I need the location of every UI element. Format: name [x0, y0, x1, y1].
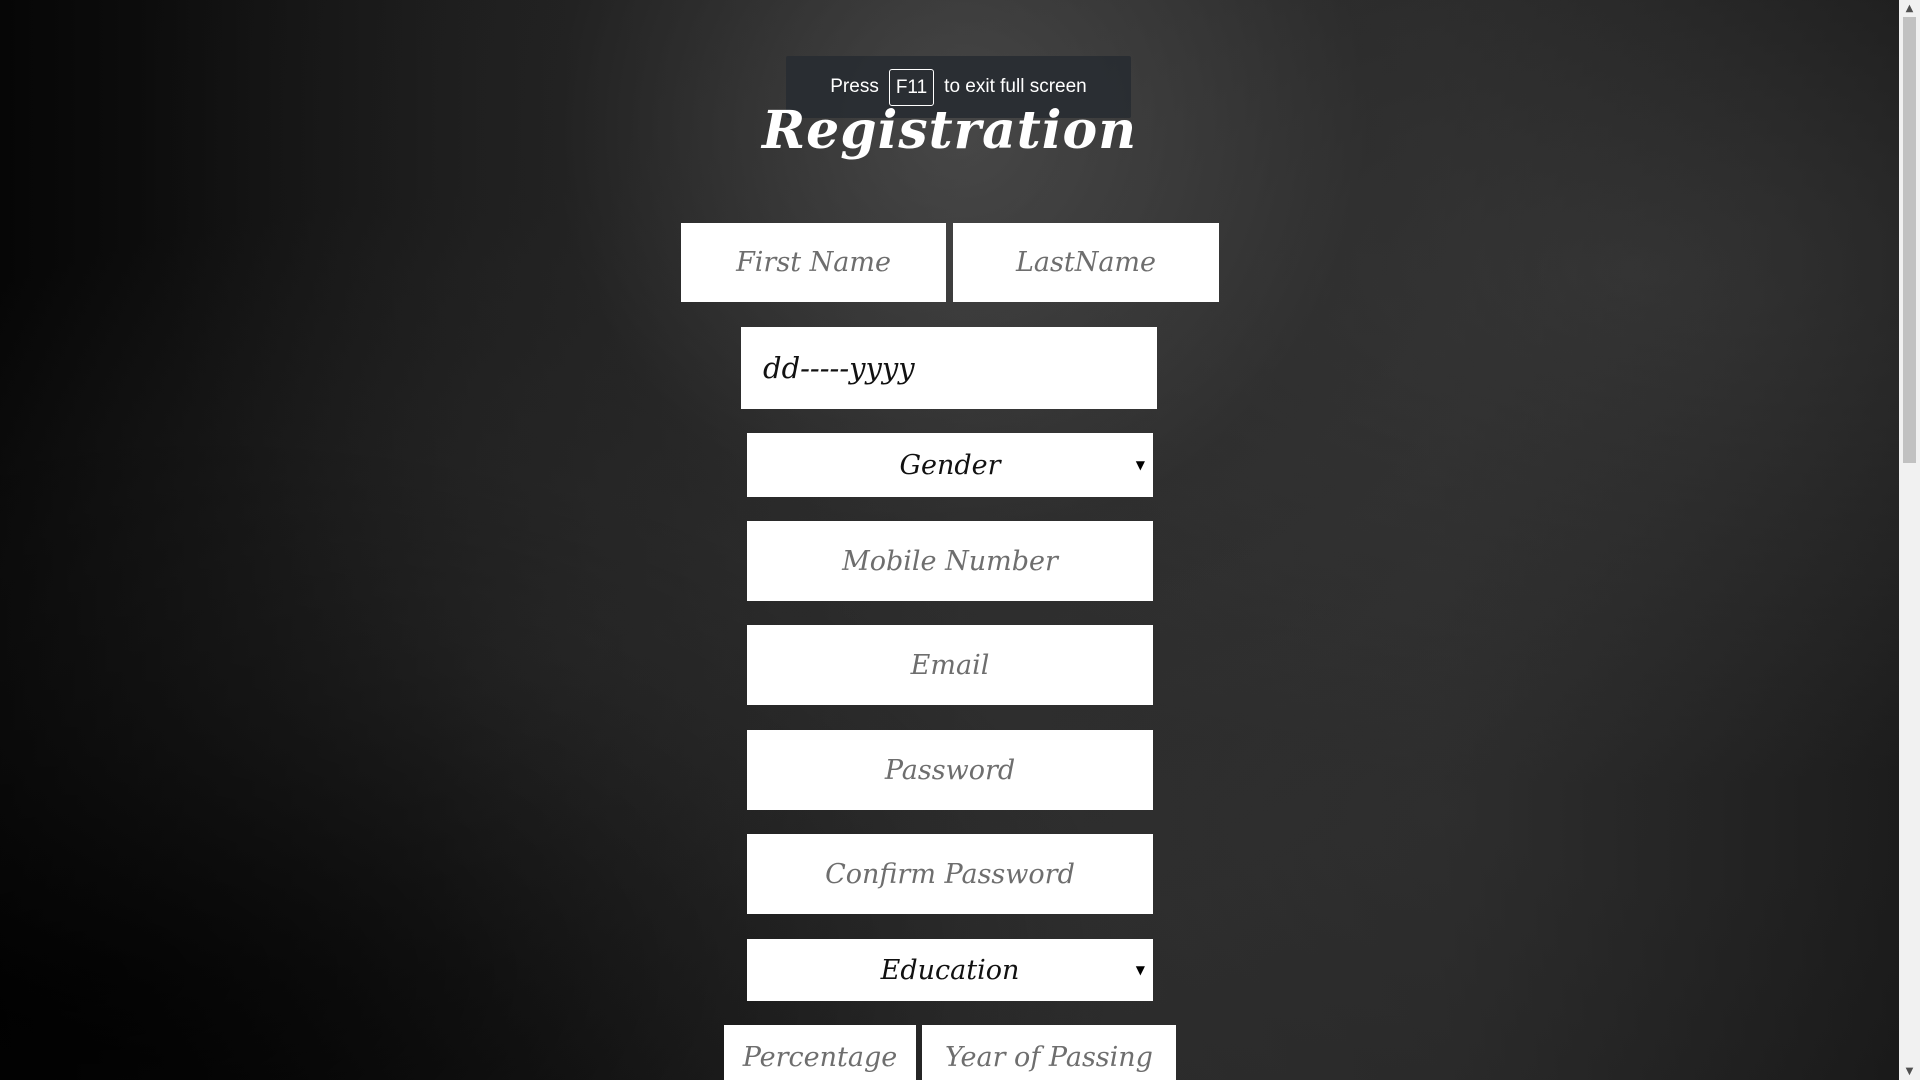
caret-down-icon: ▼ [1135, 458, 1145, 472]
education-select[interactable]: Education ▼ [747, 939, 1153, 1001]
gender-select-value: Gender [899, 449, 1001, 481]
confirm-password-input[interactable] [747, 834, 1153, 914]
email-input[interactable] [747, 625, 1153, 705]
password-input[interactable] [747, 730, 1153, 810]
percentage-input[interactable] [724, 1025, 916, 1080]
fullscreen-notice-press: Press [830, 76, 879, 97]
first-name-input[interactable] [681, 223, 946, 302]
date-of-birth-input[interactable] [741, 327, 1157, 409]
fullscreen-notice-rest: to exit full screen [944, 76, 1087, 97]
scrollbar-thumb[interactable] [1903, 17, 1916, 463]
mobile-number-input[interactable] [747, 521, 1153, 601]
scroll-down-arrow-icon[interactable]: ▼ [1899, 1063, 1920, 1080]
scroll-up-arrow-icon[interactable]: ▲ [1899, 0, 1920, 17]
last-name-input[interactable] [953, 223, 1219, 302]
education-select-value: Education [880, 954, 1020, 986]
gender-select[interactable]: Gender ▼ [747, 433, 1153, 497]
year-of-passing-input[interactable] [922, 1025, 1176, 1080]
page-title: Registration [761, 100, 1138, 161]
caret-down-icon: ▼ [1135, 963, 1145, 977]
vertical-scrollbar[interactable]: ▲ ▼ [1899, 0, 1920, 1080]
registration-page: Press F11 to exit full screen Registrati… [0, 0, 1899, 1080]
